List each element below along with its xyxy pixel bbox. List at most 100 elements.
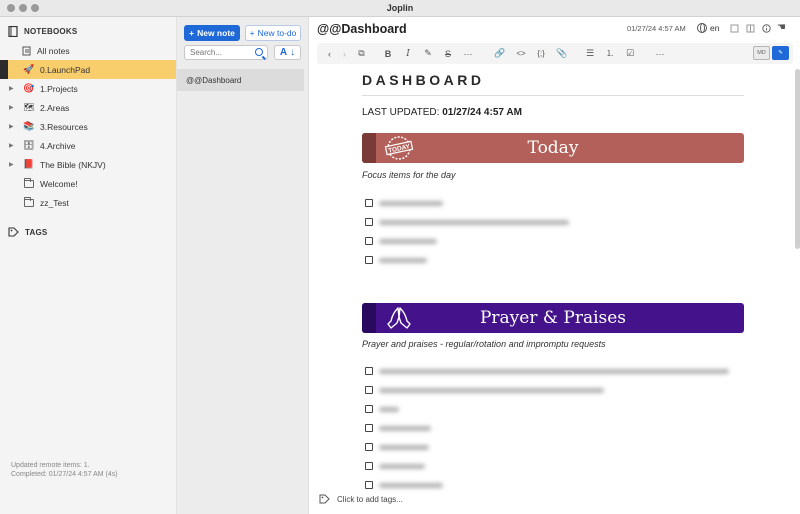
external-edit-icon[interactable]: ⧉	[356, 47, 367, 60]
notebooks-heading[interactable]: NOTEBOOKS	[8, 25, 77, 37]
task-item	[365, 441, 429, 453]
link-icon[interactable]: 🔗	[494, 47, 505, 60]
task-checkbox[interactable]	[365, 481, 373, 489]
task-item	[365, 384, 604, 396]
sort-order-button[interactable]: A ↓	[274, 45, 301, 60]
code-icon[interactable]: <>	[515, 47, 527, 60]
forward-arrow-icon[interactable]: ›	[340, 47, 349, 60]
task-checkbox[interactable]	[365, 199, 373, 207]
layout-toggle-icon[interactable]	[746, 24, 755, 33]
task-checkbox[interactable]	[365, 256, 373, 264]
task-checkbox[interactable]	[365, 405, 373, 413]
highlight-icon[interactable]: ✎	[423, 47, 433, 60]
task-item	[365, 197, 443, 209]
sidebar-item-zz-test[interactable]: zz_Test	[0, 193, 176, 212]
language-label: en	[710, 23, 720, 33]
sidebar-item-launchpad[interactable]: 🚀 0.LaunchPad	[0, 60, 176, 79]
new-note-button[interactable]: + New note	[184, 25, 240, 41]
new-todo-button[interactable]: + New to-do	[245, 25, 301, 41]
tags-bar[interactable]: Click to add tags...	[319, 492, 619, 506]
back-arrow-icon[interactable]: ‹	[325, 47, 334, 60]
expand-caret-icon[interactable]: ▶	[9, 123, 14, 130]
sync-status-line: Updated remote items: 1.	[11, 462, 90, 469]
prayer-subtitle: Prayer and praises - regular/rotation an…	[362, 339, 606, 349]
note-list-item-title: @@Dashboard	[186, 75, 242, 85]
search-input[interactable]	[185, 46, 247, 59]
redacted-task-text	[379, 257, 427, 263]
task-item	[365, 479, 443, 491]
task-checkbox[interactable]	[365, 237, 373, 245]
attach-file-icon[interactable]: 📎	[556, 47, 567, 60]
task-checkbox[interactable]	[365, 424, 373, 432]
task-checkbox[interactable]	[365, 386, 373, 394]
search-box	[184, 45, 268, 60]
strikethrough-icon[interactable]: S	[443, 47, 453, 60]
task-item	[365, 365, 729, 377]
redacted-task-text	[379, 406, 399, 412]
window-titlebar: Joplin	[0, 0, 800, 17]
books-icon: 📚	[23, 121, 35, 131]
task-checkbox[interactable]	[365, 443, 373, 451]
bold-icon[interactable]: B	[383, 47, 393, 60]
last-updated-line: LAST UPDATED: 01/27/24 4:57 AM	[362, 107, 522, 118]
bullet-list-icon[interactable]: ☰	[585, 47, 595, 60]
code-block-icon[interactable]: {;}	[535, 47, 547, 60]
sidebar-item-archive[interactable]: ▶ 🗄 4.Archive	[0, 136, 176, 155]
task-item	[365, 254, 427, 266]
prayer-banner-title: Prayer & Praises	[479, 308, 627, 328]
more-formatting-icon[interactable]: ···	[463, 47, 473, 60]
expand-caret-icon[interactable]: ▶	[9, 161, 14, 168]
checkbox-list-icon[interactable]: ☑	[625, 47, 635, 60]
expand-caret-icon[interactable]: ▶	[9, 142, 14, 149]
today-banner-title: Today	[527, 138, 579, 158]
sidebar-item-resources[interactable]: ▶ 📚 3.Resources	[0, 117, 176, 136]
redacted-task-text	[379, 219, 569, 225]
note-title[interactable]: @@Dashboard	[317, 22, 407, 36]
task-item	[365, 460, 425, 472]
search-icon[interactable]	[255, 48, 263, 56]
active-marker	[0, 60, 8, 79]
italic-icon[interactable]: I	[403, 47, 413, 60]
sidebar-item-label: The Bible (NKJV)	[40, 159, 106, 170]
sidebar-item-projects[interactable]: ▶ 🎯 1.Projects	[0, 79, 176, 98]
tags-heading[interactable]: TAGS	[8, 226, 47, 238]
tags-heading-label: TAGS	[25, 227, 48, 237]
add-tags-prompt: Click to add tags...	[337, 494, 403, 504]
more-options-icon[interactable]: ···	[655, 47, 665, 60]
task-checkbox[interactable]	[365, 218, 373, 226]
expand-caret-icon[interactable]: ▶	[9, 85, 14, 92]
sidebar-item-areas[interactable]: ▶ 🗺 2.Areas	[0, 98, 176, 117]
rich-text-editor-toggle[interactable]: ✎	[772, 46, 789, 60]
task-checkbox[interactable]	[365, 462, 373, 470]
expand-caret-icon[interactable]: ▶	[9, 104, 14, 111]
sidebar-item-bible[interactable]: ▶ 📕 The Bible (NKJV)	[0, 155, 176, 174]
sidebar-item-welcome[interactable]: Welcome!	[0, 174, 176, 193]
globe-icon	[697, 23, 707, 33]
last-updated-value: 01/27/24 4:57 AM	[442, 107, 522, 118]
note-properties-icon[interactable]	[730, 24, 739, 33]
note-list-item[interactable]: @@Dashboard	[177, 69, 304, 91]
sidebar-item-label: 1.Projects	[40, 83, 78, 94]
sidebar-item-label: Welcome!	[40, 178, 78, 189]
pointer-hand-icon[interactable]: ☚	[777, 22, 786, 33]
editor-toolbar: ‹ › ⧉ B I ✎ S ··· 🔗 <> {;} 📎 ☰ ⒈ ☑ ··· M…	[317, 43, 793, 64]
heading-divider	[362, 95, 744, 96]
redacted-task-text	[379, 387, 604, 393]
editor-scrollbar[interactable]	[795, 69, 800, 249]
target-icon: 🎯	[23, 83, 35, 93]
language-selector[interactable]: en	[697, 23, 719, 33]
sidebar-item-label: 2.Areas	[40, 102, 70, 113]
sidebar-item-all-notes[interactable]: All notes	[0, 41, 176, 60]
task-checkbox[interactable]	[365, 367, 373, 375]
info-icon[interactable]	[762, 24, 771, 33]
sync-status-line: Completed: 01/27/24 4:57 AM (4s)	[11, 471, 118, 478]
numbered-list-icon[interactable]: ⒈	[605, 47, 615, 60]
task-item	[365, 403, 399, 415]
today-subtitle: Focus items for the day	[362, 170, 456, 180]
archive-box-icon: 🗄	[23, 140, 35, 150]
note-list-panel: + New note + New to-do A ↓ @@Dashboard	[177, 17, 309, 514]
new-note-label: New note	[197, 28, 235, 38]
markdown-editor-toggle[interactable]: MD	[753, 46, 770, 60]
prayer-banner: Prayer & Praises	[362, 303, 744, 333]
window-title: Joplin	[386, 3, 414, 13]
